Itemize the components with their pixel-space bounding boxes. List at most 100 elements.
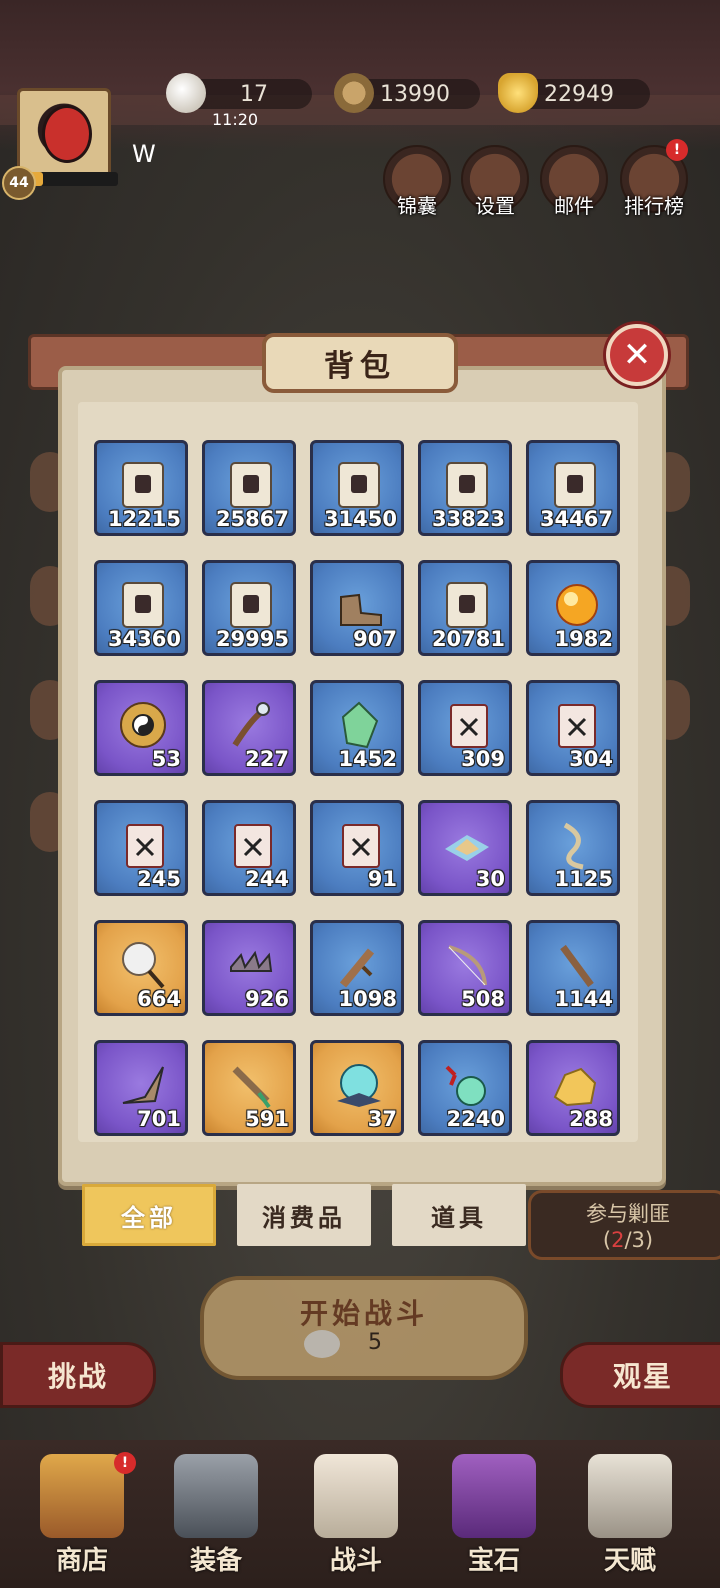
bag-item-slot[interactable]: 926 [202, 920, 296, 1016]
start-battle-button[interactable]: 开始战斗 5 [200, 1276, 528, 1380]
bag-item-slot[interactable]: 30 [418, 800, 512, 896]
mirror-icon [122, 942, 165, 989]
nav-gems[interactable]: 宝石 [434, 1450, 554, 1588]
bag-item-count: 591 [245, 1107, 289, 1131]
settings-button[interactable]: 设置 [461, 145, 529, 218]
bag-item-count: 508 [461, 987, 505, 1011]
stamina-resource[interactable]: 17 [166, 73, 312, 113]
gold-resource[interactable]: 22949 [498, 73, 650, 113]
egg-icon [304, 1330, 340, 1358]
pouch-button-label: 锦囊 [397, 194, 437, 218]
coins-resource[interactable]: 13990 [334, 73, 480, 113]
join-bandits-button[interactable]: 参与剿匪 (2/3) [528, 1190, 720, 1260]
bag-item-slot[interactable]: 1098 [310, 920, 404, 1016]
bag-item-slot[interactable]: 1982 [526, 560, 620, 656]
nav-equipment-label: 装备 [189, 1546, 242, 1576]
bag-item-count: 33823 [431, 507, 505, 531]
bag-item-slot[interactable]: 288 [526, 1040, 620, 1136]
mail-button[interactable]: 邮件 [540, 145, 608, 218]
nav-shop-label: 商店 [55, 1546, 108, 1576]
equipment-icon [174, 1454, 258, 1538]
bag-item-count: 227 [245, 747, 289, 771]
powder-icon [445, 835, 489, 861]
join-progress-current: 2 [611, 1228, 625, 1252]
caltrops-icon [230, 950, 273, 972]
bag-item-slot[interactable]: 309 [418, 680, 512, 776]
stamina-value: 17 [240, 81, 268, 107]
bag-item-count: 309 [461, 747, 505, 771]
bag-item-count: 1098 [338, 987, 397, 1011]
bag-item-slot[interactable]: 34360 [94, 560, 188, 656]
player-name: W [132, 140, 156, 168]
bag-item-count: 34360 [107, 627, 181, 651]
bag-item-slot[interactable]: 33823 [418, 440, 512, 536]
join-progress-total: 3 [631, 1228, 645, 1252]
bag-item-slot[interactable]: 20781 [418, 560, 512, 656]
bag-item-count: 1982 [554, 627, 613, 651]
coin-icon [334, 73, 374, 113]
bag-item-count: 245 [137, 867, 181, 891]
spirit-orb-icon [337, 1064, 381, 1107]
bag-item-slot[interactable]: 37 [310, 1040, 404, 1136]
stamina-timer: 11:20 [212, 110, 259, 129]
bag-title: 背包 [262, 333, 458, 393]
scroll-icon [446, 462, 488, 508]
bag-item-slot[interactable]: 25867 [202, 440, 296, 536]
bag-item-slot[interactable]: 508 [418, 920, 512, 1016]
bag-item-slot[interactable]: 304 [526, 680, 620, 776]
bag-item-count: 907 [353, 627, 397, 651]
bag-item-slot[interactable]: 1144 [526, 920, 620, 1016]
taiji-disc-icon [120, 702, 166, 748]
bag-item-count: 53 [151, 747, 181, 771]
bag-item-slot[interactable]: 664 [94, 920, 188, 1016]
fire-orb-icon [556, 584, 598, 626]
bag-item-slot[interactable]: 2240 [418, 1040, 512, 1136]
bag-item-slot[interactable]: 701 [94, 1040, 188, 1136]
battle-icon [314, 1454, 398, 1538]
nav-equipment[interactable]: 装备 [156, 1450, 276, 1588]
bag-item-count: 31450 [323, 507, 397, 531]
bag-item-slot[interactable]: 53 [94, 680, 188, 776]
tab-all[interactable]: 全部 [82, 1184, 216, 1246]
bag-item-count: 701 [137, 1107, 181, 1131]
close-button[interactable]: ✕ [606, 324, 668, 386]
bag-item-slot[interactable]: 29995 [202, 560, 296, 656]
stargazing-button[interactable]: 观星 [560, 1342, 720, 1408]
bag-item-slot[interactable]: 244 [202, 800, 296, 896]
bag-item-slot[interactable]: 591 [202, 1040, 296, 1136]
shop-alert-badge: ! [114, 1452, 136, 1474]
bag-item-slot[interactable]: 227 [202, 680, 296, 776]
talent-book-icon [588, 1454, 672, 1538]
bag-item-slot[interactable]: 31450 [310, 440, 404, 536]
bag-item-count: 1125 [554, 867, 613, 891]
scroll-icon [230, 582, 272, 628]
manual-icon [126, 824, 164, 868]
bag-item-grid: 12215 25867 31450 33823 34467 34360 29995 907 20… [94, 440, 624, 1136]
pouch-button[interactable]: 锦囊 [383, 145, 451, 218]
nav-talent-label: 天赋 [603, 1546, 656, 1576]
boot-icon [340, 593, 382, 626]
ranking-button[interactable]: 排行榜 ! [620, 139, 688, 218]
bag-item-slot[interactable]: 1125 [526, 800, 620, 896]
bag-item-count: 30 [475, 867, 505, 891]
bag-item-count: 34467 [539, 507, 613, 531]
bag-item-slot[interactable]: 34467 [526, 440, 620, 536]
bag-item-slot[interactable]: 907 [310, 560, 404, 656]
bag-item-slot[interactable]: 1452 [310, 680, 404, 776]
coins-value: 13990 [380, 81, 450, 107]
tab-props[interactable]: 道具 [392, 1184, 526, 1246]
tab-consumables[interactable]: 消费品 [237, 1184, 371, 1246]
challenge-button[interactable]: 挑战 [0, 1342, 156, 1408]
bag-item-slot[interactable]: 245 [94, 800, 188, 896]
scroll-icon [446, 582, 488, 628]
nav-talent[interactable]: 天赋 [570, 1450, 690, 1588]
gold-ingot-icon [498, 73, 538, 113]
scroll-icon [230, 462, 272, 508]
player-avatar[interactable] [17, 88, 111, 180]
nav-shop[interactable]: 商店 ! [22, 1450, 142, 1588]
bag-item-slot[interactable]: 91 [310, 800, 404, 896]
ranking-button-label: 排行榜 [624, 194, 684, 218]
nav-battle[interactable]: 战斗 [296, 1450, 416, 1588]
close-icon: ✕ [622, 335, 652, 375]
bag-item-slot[interactable]: 12215 [94, 440, 188, 536]
